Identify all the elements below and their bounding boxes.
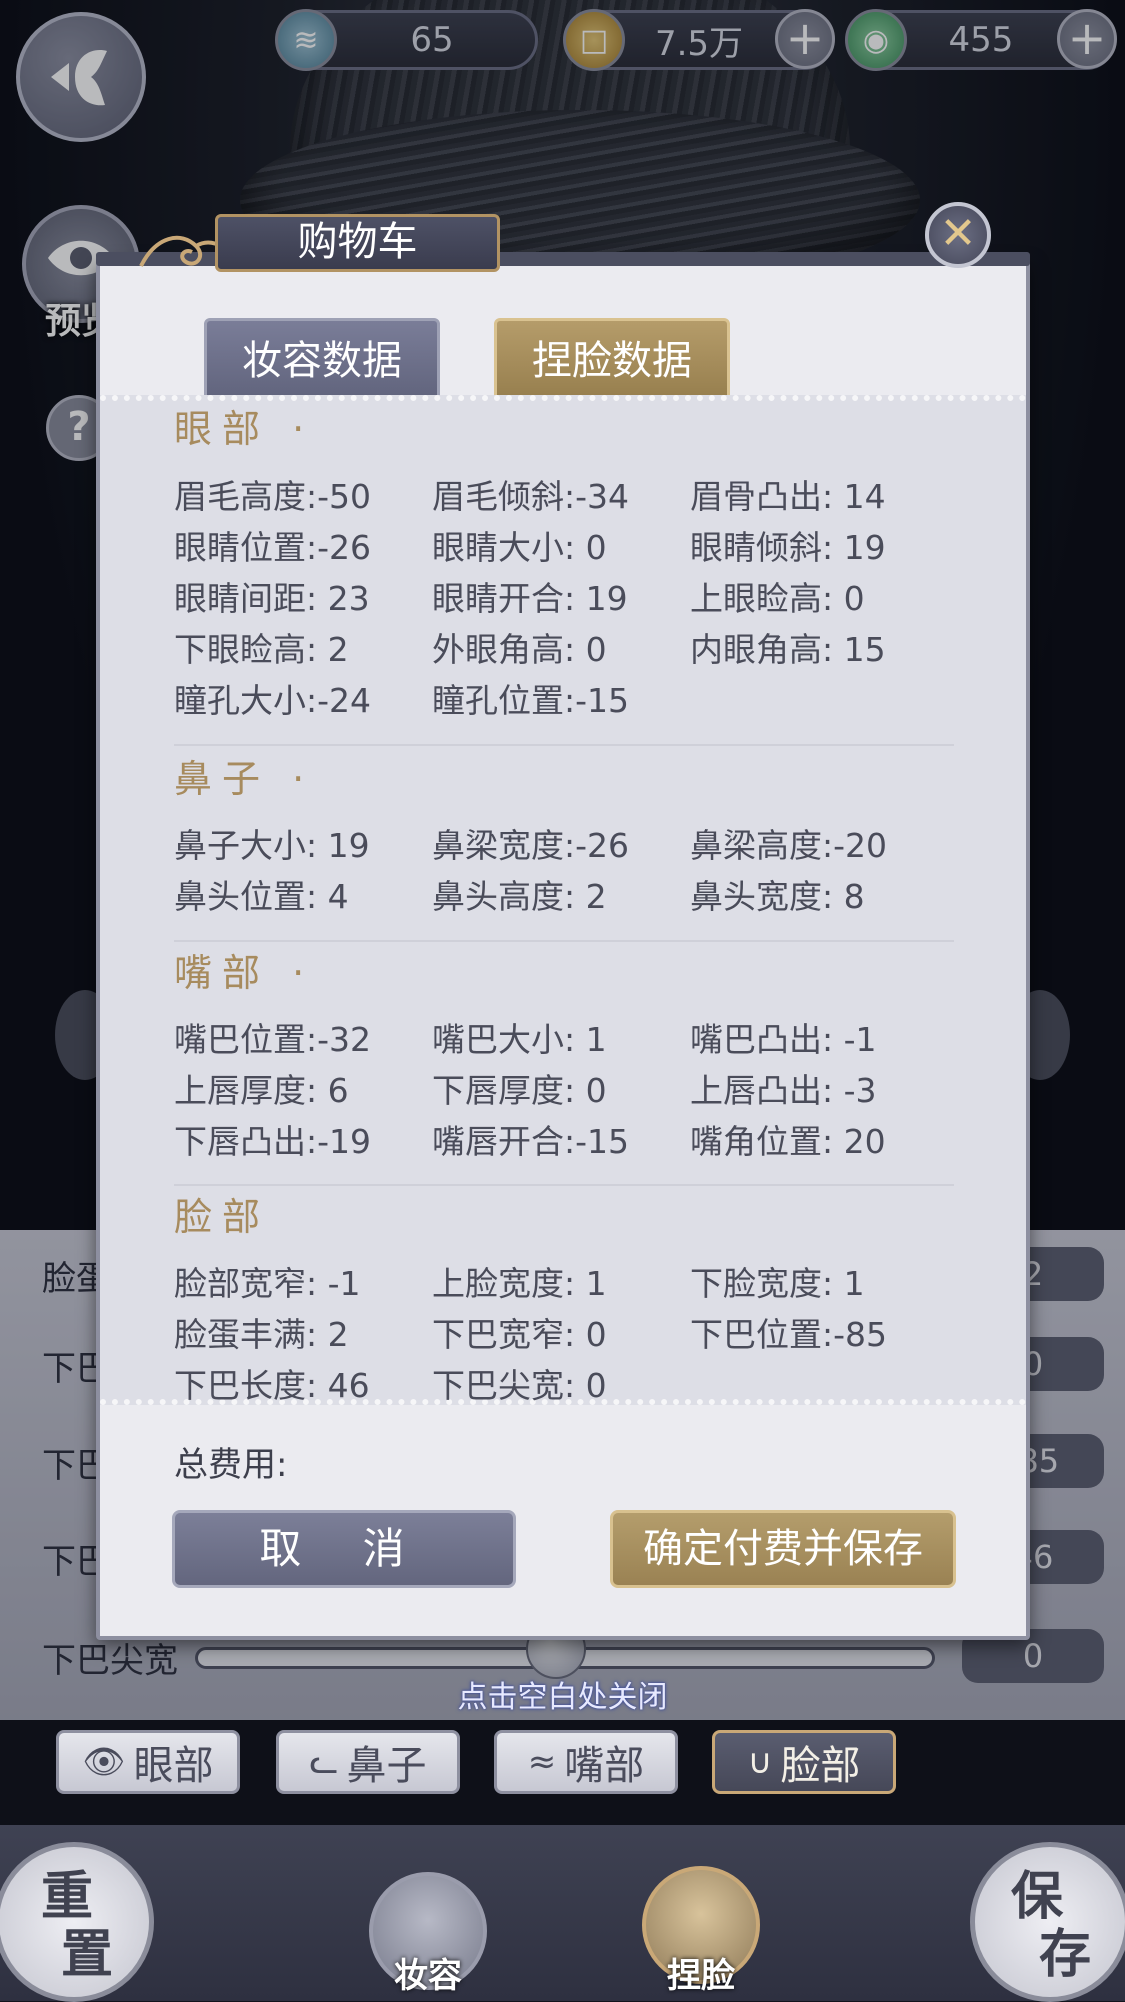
face-icon: ∪: [747, 1742, 773, 1782]
attr-item: 下唇凸出:-19: [174, 1122, 372, 1161]
attr-item: 嘴巴大小: 1: [432, 1020, 607, 1059]
category-tab-label: 脸部: [780, 1743, 861, 1789]
close-button[interactable]: ✕: [925, 202, 991, 268]
attr-item: 下唇厚度: 0: [432, 1071, 607, 1110]
section-title-face: 脸部: [174, 1195, 271, 1239]
attr-item: 下巴长度: 46: [174, 1366, 370, 1405]
category-tab-label: 眼部: [133, 1743, 214, 1789]
attr-item: 鼻头宽度: 8: [690, 877, 865, 916]
attr-item: 眼睛大小: 0: [432, 528, 607, 567]
category-tab-face[interactable]: ∪ 脸部: [712, 1730, 896, 1794]
save-button[interactable]: 保 存: [970, 1842, 1125, 2002]
attr-item: 鼻头位置: 4: [174, 877, 349, 916]
attr-item: 鼻子大小: 19: [174, 826, 370, 865]
category-tab-eyes[interactable]: 👁 眼部: [56, 1730, 240, 1794]
makeup-mode-label: 妆容: [394, 1956, 462, 1996]
total-cost-label: 总费用:: [174, 1445, 288, 1485]
category-tab-label: 嘴部: [564, 1743, 645, 1789]
section-title-nose: 鼻子 ·: [174, 757, 315, 801]
attr-item: 内眼角高: 15: [690, 630, 886, 669]
attr-item: 下巴位置:-85: [690, 1315, 888, 1354]
attr-item: 上唇凸出: -3: [690, 1071, 877, 1110]
attr-item: 嘴巴位置:-32: [174, 1020, 372, 1059]
nose-icon: ᓚ: [309, 1742, 339, 1782]
eye-icon: 👁: [82, 1742, 126, 1782]
attr-item: 下巴宽窄: 0: [432, 1315, 607, 1354]
category-tab-mouth[interactable]: ≈ 嘴部: [494, 1730, 678, 1794]
lips-icon: ≈: [527, 1742, 557, 1782]
attr-item: 眉骨凸出: 14: [690, 477, 886, 516]
attr-item: 上唇厚度: 6: [174, 1071, 349, 1110]
face-sculpt-mode-label: 捏脸: [667, 1956, 735, 1996]
reset-label-2: 置: [61, 1924, 114, 1985]
attr-item: 脸部宽窄: -1: [174, 1264, 361, 1303]
attr-item: 眼睛倾斜: 19: [690, 528, 886, 567]
attr-item: 瞳孔大小:-24: [174, 681, 372, 720]
attr-item: 鼻头高度: 2: [432, 877, 607, 916]
reset-label-1: 重: [41, 1866, 94, 1927]
close-icon: ✕: [939, 208, 977, 259]
section-divider: [174, 1184, 954, 1186]
attr-item: 外眼角高: 0: [432, 630, 607, 669]
attr-item: 瞳孔位置:-15: [432, 681, 630, 720]
confirm-pay-save-button[interactable]: 确定付费并保存: [610, 1510, 956, 1588]
section-divider: [174, 744, 954, 746]
attr-item: 嘴巴凸出: -1: [690, 1020, 877, 1059]
attr-item: 上脸宽度: 1: [432, 1264, 607, 1303]
cancel-button[interactable]: 取 消: [172, 1510, 516, 1588]
attr-item: 下眼睑高: 2: [174, 630, 349, 669]
section-title-mouth: 嘴部 ·: [174, 951, 315, 995]
attr-item: 鼻梁高度:-20: [690, 826, 888, 865]
attr-item: 脸蛋丰满: 2: [174, 1315, 349, 1354]
attr-item: 眼睛开合: 19: [432, 579, 628, 618]
attr-item: 上眼睑高: 0: [690, 579, 865, 618]
category-tab-label: 鼻子: [346, 1743, 427, 1789]
category-tab-nose[interactable]: ᓚ 鼻子: [276, 1730, 460, 1794]
attr-item: 下巴尖宽: 0: [432, 1366, 607, 1405]
section-title-eyes: 眼部 ·: [174, 407, 315, 451]
attr-item: 嘴角位置: 20: [690, 1122, 886, 1161]
ornament-swirl-icon: [139, 235, 226, 267]
tab-face-data[interactable]: 捏脸数据: [494, 318, 730, 398]
attr-item: 眉毛高度:-50: [174, 477, 372, 516]
tab-makeup-data[interactable]: 妆容数据: [204, 318, 440, 398]
close-hint: 点击空白处关闭: [457, 1680, 668, 1715]
attr-item: 眼睛间距: 23: [174, 579, 370, 618]
attr-item: 眼睛位置:-26: [174, 528, 372, 567]
attr-item: 嘴唇开合:-15: [432, 1122, 630, 1161]
attr-item: 下脸宽度: 1: [690, 1264, 865, 1303]
reset-button[interactable]: 重 置: [0, 1842, 154, 2002]
dialog-title: 购物车: [215, 214, 500, 272]
save-label-2: 存: [1039, 1924, 1092, 1985]
bottom-bar: [0, 1825, 1125, 2001]
attr-item: 鼻梁宽度:-26: [432, 826, 630, 865]
attr-item: 眉毛倾斜:-34: [432, 477, 630, 516]
save-label-1: 保: [1011, 1866, 1064, 1927]
